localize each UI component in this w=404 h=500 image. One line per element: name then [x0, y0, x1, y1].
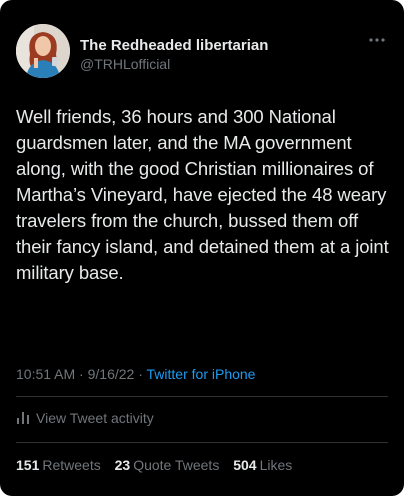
divider — [16, 396, 388, 397]
quote-tweets-label: Quote Tweets — [133, 457, 220, 473]
handle[interactable]: @TRHLofficial — [80, 55, 268, 73]
likes-count: 504 — [233, 457, 257, 473]
quote-tweets-stat[interactable]: 23 Quote Tweets — [115, 457, 220, 473]
tweet-source-link[interactable]: Twitter for iPhone — [147, 366, 256, 382]
tweet-meta: 10:51 AM · 9/16/22 · Twitter for iPhone — [16, 366, 255, 382]
likes-label: Likes — [259, 457, 293, 473]
divider — [16, 442, 388, 443]
tweet-text: Well friends, 36 hours and 300 National … — [16, 106, 389, 283]
view-tweet-activity-link[interactable]: View Tweet activity — [16, 410, 154, 426]
retweets-stat[interactable]: 151 Retweets — [16, 457, 101, 473]
tweet-header: The Redheaded libertarian @TRHLofficial — [16, 24, 388, 82]
meta-separator: · — [79, 366, 84, 382]
tweet-time[interactable]: 10:51 AM — [16, 366, 75, 382]
bar-chart-icon — [17, 412, 29, 424]
likes-stat[interactable]: 504 Likes — [233, 457, 292, 473]
quote-tweets-count: 23 — [114, 457, 131, 473]
avatar[interactable] — [16, 24, 70, 78]
tweet-date[interactable]: 9/16/22 — [88, 366, 135, 382]
display-name[interactable]: The Redheaded libertarian — [80, 37, 268, 55]
retweets-label: Retweets — [42, 457, 101, 473]
view-tweet-activity-label: View Tweet activity — [36, 410, 154, 426]
avatar-image — [16, 24, 70, 78]
retweets-count: 151 — [16, 457, 40, 473]
more-options-icon[interactable] — [368, 32, 386, 42]
author-names: The Redheaded libertarian @TRHLofficial — [80, 37, 268, 73]
tweet-stats: 151 Retweets 23 Quote Tweets 504 Likes — [16, 457, 302, 473]
meta-separator: · — [138, 366, 143, 382]
tweet-card: The Redheaded libertarian @TRHLofficial … — [0, 0, 404, 496]
